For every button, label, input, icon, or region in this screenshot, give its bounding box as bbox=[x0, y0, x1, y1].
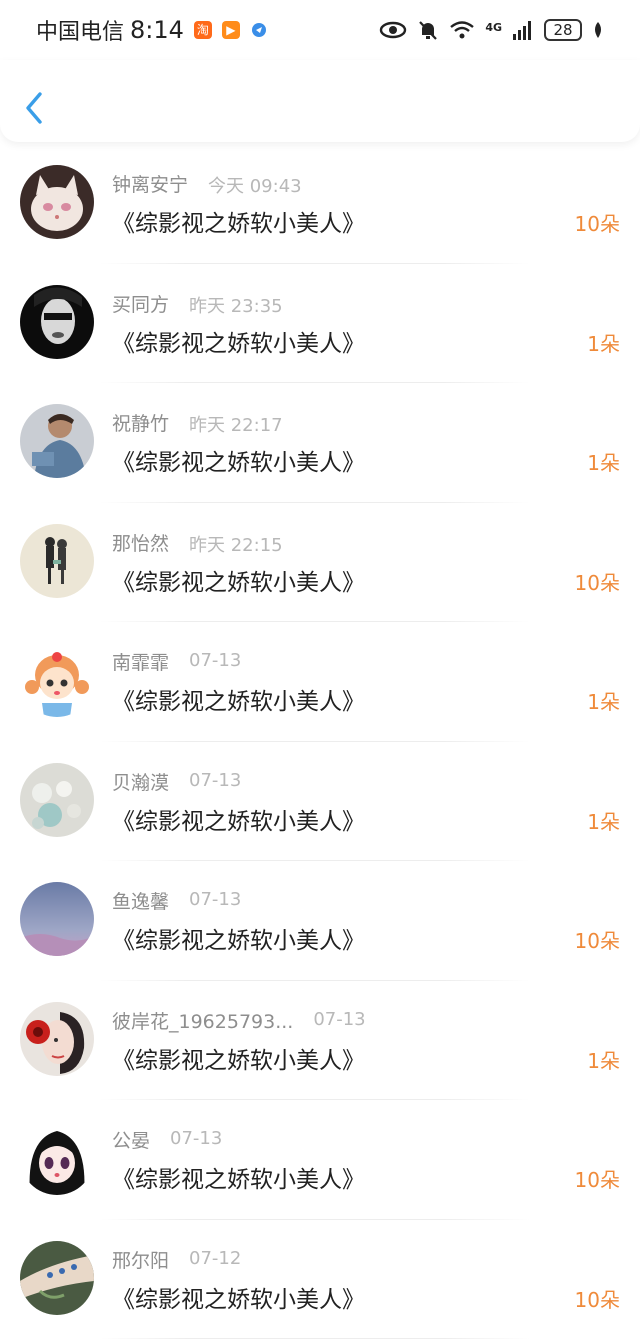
video-notification-icon: ▶ bbox=[222, 21, 240, 39]
gift-time: 昨天 22:15 bbox=[189, 531, 283, 557]
book-title: 《综影视之娇软小美人》 bbox=[112, 1160, 365, 1194]
clock: 8:14 bbox=[130, 16, 184, 44]
gift-time: 07-13 bbox=[189, 650, 241, 671]
boy-photo-avatar[interactable] bbox=[20, 404, 94, 478]
tattoo-arm-avatar[interactable] bbox=[20, 1241, 94, 1315]
gift-time: 今天 09:43 bbox=[208, 172, 302, 198]
carrier-label: 中国电信 bbox=[36, 14, 124, 46]
status-bar: 中国电信 8:14 淘 ▶ 4G 28 bbox=[0, 0, 640, 60]
gift-amount: 1朵 bbox=[587, 1045, 620, 1074]
gift-time: 07-13 bbox=[313, 1009, 365, 1030]
book-title: 《综影视之娇软小美人》 bbox=[112, 921, 365, 955]
cat-avatar[interactable] bbox=[20, 165, 94, 239]
eye-icon bbox=[379, 20, 407, 40]
gift-record-row[interactable]: 公晏 07-13 《综影视之娇软小美人》 10朵 bbox=[0, 1100, 640, 1220]
pearls-avatar[interactable] bbox=[20, 763, 94, 837]
sky-avatar[interactable] bbox=[20, 882, 94, 956]
user-name: 彼岸花_19625793... bbox=[112, 1007, 293, 1034]
gift-time: 07-13 bbox=[189, 889, 241, 910]
gift-record-row[interactable]: 彼岸花_19625793... 07-13 《综影视之娇软小美人》 1朵 bbox=[0, 981, 640, 1101]
book-title: 《综影视之娇软小美人》 bbox=[112, 1280, 365, 1314]
gift-amount: 10朵 bbox=[575, 925, 620, 954]
gift-record-row[interactable]: 钟离安宁今天 09:43 《综影视之娇软小美人》 10朵 bbox=[0, 144, 640, 264]
gift-record-list: 钟离安宁今天 09:43《综影视之娇软小美人》10朵买同方昨天 23:35《综影… bbox=[0, 144, 640, 1339]
gift-amount: 1朵 bbox=[587, 806, 620, 835]
mute-bell-icon bbox=[417, 19, 439, 41]
book-title: 《综影视之娇软小美人》 bbox=[112, 563, 365, 597]
anime-girl-avatar[interactable] bbox=[20, 1121, 94, 1195]
gift-time: 07-13 bbox=[170, 1128, 222, 1149]
book-title: 《综影视之娇软小美人》 bbox=[112, 324, 365, 358]
gift-record-row[interactable]: 鱼逸馨 07-13 《综影视之娇软小美人》 10朵 bbox=[0, 861, 640, 981]
gift-amount: 10朵 bbox=[575, 567, 620, 596]
masked-face-avatar[interactable] bbox=[20, 285, 94, 359]
gift-amount: 1朵 bbox=[587, 447, 620, 476]
header bbox=[0, 60, 640, 142]
gift-record-row[interactable]: 买同方昨天 23:35 《综影视之娇软小美人》 1朵 bbox=[0, 264, 640, 384]
user-name: 鱼逸馨 bbox=[112, 887, 169, 914]
signal-icon bbox=[512, 20, 534, 40]
user-name: 祝静竹 bbox=[112, 409, 169, 436]
user-name: 贝瀚漠 bbox=[112, 768, 169, 795]
user-name: 买同方 bbox=[112, 290, 169, 317]
network-type: 4G bbox=[485, 21, 502, 34]
gift-amount: 10朵 bbox=[575, 1164, 620, 1193]
chevron-left-icon bbox=[20, 88, 50, 128]
user-name: 钟离安宁 bbox=[112, 170, 188, 197]
app-notification-icon bbox=[250, 21, 268, 39]
gift-time: 07-12 bbox=[189, 1248, 241, 1269]
gift-amount: 10朵 bbox=[575, 1284, 620, 1313]
user-name: 那怡然 bbox=[112, 529, 169, 556]
gift-time: 昨天 23:35 bbox=[189, 292, 283, 318]
book-title: 《综影视之娇软小美人》 bbox=[112, 443, 365, 477]
gift-time: 07-13 bbox=[189, 770, 241, 791]
gift-amount: 1朵 bbox=[587, 686, 620, 715]
gift-amount: 1朵 bbox=[587, 328, 620, 357]
gift-record-row[interactable]: 祝静竹昨天 22:17 《综影视之娇软小美人》 1朵 bbox=[0, 383, 640, 503]
gift-time: 昨天 22:17 bbox=[189, 411, 283, 437]
gift-record-row[interactable]: 贝瀚漠 07-13 《综影视之娇软小美人》 1朵 bbox=[0, 742, 640, 862]
gift-record-row[interactable]: 那怡然昨天 22:15 《综影视之娇软小美人》 10朵 bbox=[0, 503, 640, 623]
status-icons: 4G 28 bbox=[379, 19, 604, 41]
flower-girl-avatar[interactable] bbox=[20, 1002, 94, 1076]
user-name: 南霏霏 bbox=[112, 648, 169, 675]
cartoon-girl-avatar[interactable] bbox=[20, 643, 94, 717]
user-name: 邢尔阳 bbox=[112, 1246, 169, 1273]
user-name: 公晏 bbox=[112, 1126, 150, 1153]
taobao-notification-icon: 淘 bbox=[194, 21, 212, 39]
book-title: 《综影视之娇软小美人》 bbox=[112, 1041, 365, 1075]
gift-record-row[interactable]: 邢尔阳 07-12 《综影视之娇软小美人》 10朵 bbox=[0, 1220, 640, 1339]
book-title: 《综影视之娇软小美人》 bbox=[112, 204, 365, 238]
book-title: 《综影视之娇软小美人》 bbox=[112, 682, 365, 716]
gift-record-row[interactable]: 南霏霏 07-13 《综影视之娇软小美人》 1朵 bbox=[0, 622, 640, 742]
gift-amount: 10朵 bbox=[575, 208, 620, 237]
back-button[interactable] bbox=[20, 88, 50, 128]
leaf-icon bbox=[592, 21, 604, 39]
figures-avatar[interactable] bbox=[20, 524, 94, 598]
book-title: 《综影视之娇软小美人》 bbox=[112, 802, 365, 836]
wifi-icon bbox=[449, 20, 475, 40]
battery-level: 28 bbox=[544, 19, 582, 41]
